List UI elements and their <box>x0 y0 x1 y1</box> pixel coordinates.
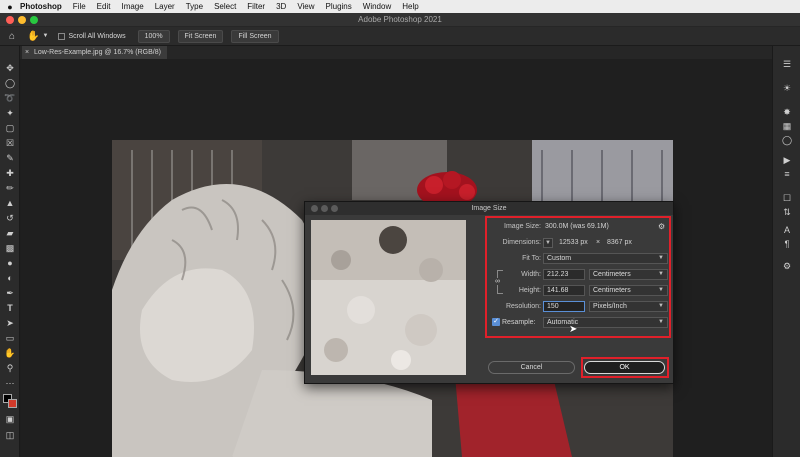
menu-image[interactable]: Image <box>121 2 143 11</box>
dodge-tool-icon[interactable]: ◐ <box>4 272 16 284</box>
dialog-close-button[interactable] <box>311 205 318 212</box>
menu-filter[interactable]: Filter <box>247 2 265 11</box>
layers-panel-icon[interactable]: ▦ <box>781 120 793 132</box>
menu-help[interactable]: Help <box>402 2 418 11</box>
shape-tool-icon[interactable]: ▭ <box>4 332 16 344</box>
layer-comps-icon[interactable]: ⇅ <box>781 206 793 218</box>
hand-tool-icon[interactable]: ✋ <box>27 31 39 42</box>
dialog-title: Image Size <box>471 205 507 212</box>
channels-panel-icon[interactable]: ◯ <box>781 134 793 146</box>
brush-tool-icon[interactable]: ✏ <box>4 182 16 194</box>
swatches-panel-icon[interactable]: ☐ <box>781 192 793 204</box>
document-tab-label: Low-Res-Example.jpg @ 16.7% (RGB/8) <box>34 49 161 56</box>
healing-brush-tool-icon[interactable]: ✚ <box>4 167 16 179</box>
menu-bar: ● Photoshop File Edit Image Layer Type S… <box>0 0 800 13</box>
home-icon[interactable]: ⌂ <box>9 31 15 42</box>
settings-highlight-box <box>485 216 671 338</box>
fit-screen-button[interactable]: Fit Screen <box>177 29 224 43</box>
adjustments-panel-icon[interactable]: ☀ <box>781 82 793 94</box>
move-tool-icon[interactable]: ✥ <box>4 62 16 74</box>
document-tab-bar: × Low-Res-Example.jpg @ 16.7% (RGB/8) <box>20 46 772 59</box>
type-tool-icon[interactable]: T <box>4 302 16 314</box>
fill-screen-button[interactable]: Fill Screen <box>231 29 279 43</box>
document-tab[interactable]: × Low-Res-Example.jpg @ 16.7% (RGB/8) <box>22 46 167 59</box>
chevron-down-icon[interactable]: ▼ <box>43 33 49 39</box>
lasso-tool-icon[interactable]: ➰ <box>4 92 16 104</box>
quick-mask-icon[interactable]: ▣ <box>4 413 16 425</box>
menu-edit[interactable]: Edit <box>97 2 111 11</box>
menu-file[interactable]: File <box>73 2 86 11</box>
zoom-100-button[interactable]: 100% <box>137 29 170 43</box>
menu-3d[interactable]: 3D <box>276 2 286 11</box>
document-tab-close-icon[interactable]: × <box>25 46 29 59</box>
dialog-zoom-button[interactable] <box>331 205 338 212</box>
more-tools-icon[interactable]: ⋯ <box>4 377 16 389</box>
quick-select-tool-icon[interactable]: ✦ <box>4 107 16 119</box>
menu-type[interactable]: Type <box>186 2 203 11</box>
paragraph-panel-icon[interactable]: ¶ <box>781 238 793 250</box>
menu-select[interactable]: Select <box>214 2 236 11</box>
stamp-tool-icon[interactable]: ▲ <box>4 197 16 209</box>
preview-texture <box>311 220 466 375</box>
background-color-swatch[interactable] <box>8 399 17 408</box>
pen-tool-icon[interactable]: ✒ <box>4 287 16 299</box>
eraser-tool-icon[interactable]: ▰ <box>4 227 16 239</box>
gradient-tool-icon[interactable]: ▩ <box>4 242 16 254</box>
properties-panel-icon[interactable]: ☰ <box>781 58 793 70</box>
screen-mode-icon[interactable]: ◫ <box>4 429 16 441</box>
options-bar: ⌂ ✋ ▼ Scroll All Windows 100% Fit Screen… <box>0 27 800 46</box>
menu-photoshop[interactable]: Photoshop <box>20 2 62 11</box>
scroll-all-windows-checkbox[interactable] <box>58 32 66 40</box>
apple-menu-icon[interactable]: ● <box>0 2 20 12</box>
hand-tool-icon[interactable]: ✋ <box>4 347 16 359</box>
window-titlebar: Adobe Photoshop 2021 <box>0 13 800 27</box>
menu-window[interactable]: Window <box>363 2 391 11</box>
dialog-minimize-button[interactable] <box>321 205 328 212</box>
window-title: Adobe Photoshop 2021 <box>358 15 442 24</box>
actions-panel-icon[interactable]: ▶ <box>781 154 793 166</box>
path-select-tool-icon[interactable]: ➤ <box>4 317 16 329</box>
menu-plugins[interactable]: Plugins <box>326 2 352 11</box>
history-brush-tool-icon[interactable]: ↺ <box>4 212 16 224</box>
image-size-dialog: Image Size Image Size: 300.0M (was 69.1M… <box>304 201 674 384</box>
eyedropper-tool-icon[interactable]: ✎ <box>4 152 16 164</box>
brush-settings-icon[interactable]: ✸ <box>781 106 793 118</box>
adjust-sliders-icon[interactable]: ≡ <box>781 168 793 180</box>
scroll-all-windows-label: Scroll All Windows <box>68 32 126 40</box>
menu-view[interactable]: View <box>297 2 314 11</box>
right-panel-dock: ☰ ☀ ✸ ▦ ◯ ▶ ≡ ☐ ⇅ A ¶ ⚙ <box>772 46 800 457</box>
image-preview[interactable] <box>311 220 466 375</box>
dialog-titlebar: Image Size <box>305 202 673 215</box>
menu-layer[interactable]: Layer <box>155 2 175 11</box>
crop-tool-icon[interactable]: ▢ <box>4 122 16 134</box>
zoom-tool-icon[interactable]: ⚲ <box>4 362 16 374</box>
tools-panel: ✥ ◯ ➰ ✦ ▢ ☒ ✎ ✚ ✏ ▲ ↺ ▰ ▩ ● ◐ ✒ T ➤ ▭ ✋ … <box>0 46 20 457</box>
libraries-panel-icon[interactable]: ⚙ <box>781 260 793 272</box>
ok-highlight-box <box>581 357 669 378</box>
blur-tool-icon[interactable]: ● <box>4 257 16 269</box>
character-panel-icon[interactable]: A <box>781 224 793 236</box>
marquee-tool-icon[interactable]: ◯ <box>4 77 16 89</box>
cancel-button[interactable]: Cancel <box>488 361 575 374</box>
frame-tool-icon[interactable]: ☒ <box>4 137 16 149</box>
